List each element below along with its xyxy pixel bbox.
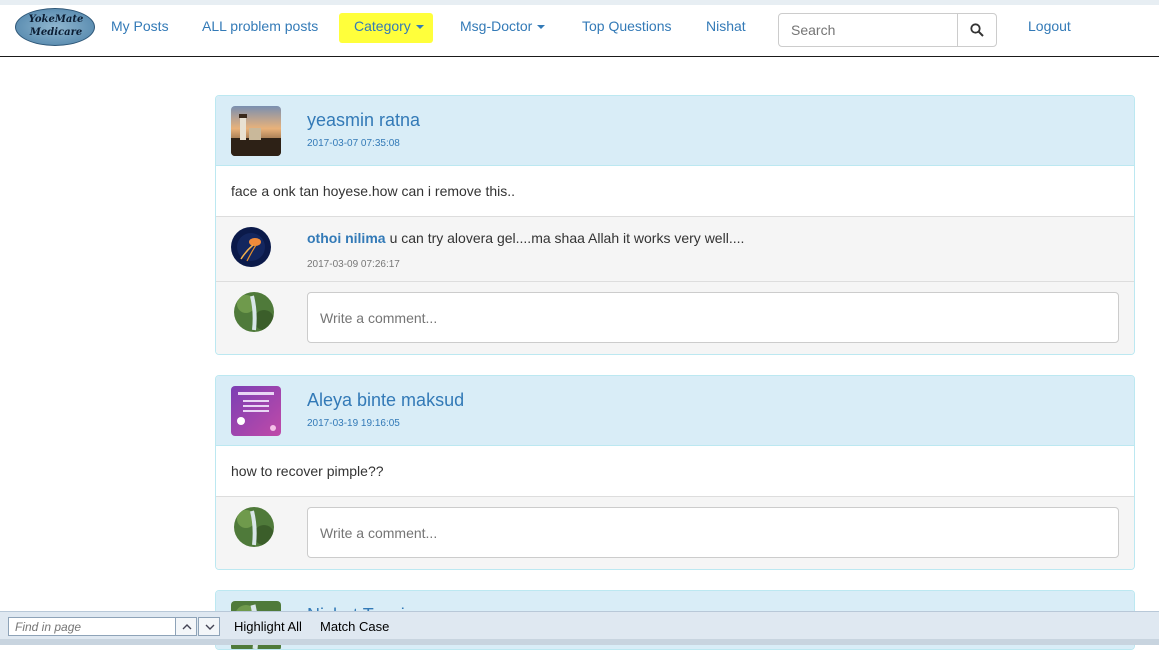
search-icon xyxy=(970,23,984,37)
search-button[interactable] xyxy=(957,13,997,47)
find-previous-button[interactable] xyxy=(175,617,197,636)
post-body: face a onk tan hoyese.how can i remove t… xyxy=(216,166,1134,217)
search-input[interactable] xyxy=(778,13,958,47)
find-in-page-input[interactable] xyxy=(8,617,176,636)
post-card: yeasmin ratna 2017-03-07 07:35:08 face a… xyxy=(215,95,1135,355)
avatar[interactable] xyxy=(231,227,271,267)
chevron-down-icon xyxy=(415,25,424,30)
nav-all-problem-posts[interactable]: ALL problem posts xyxy=(202,18,318,36)
post-header: Aleya binte maksud 2017-03-19 19:16:05 xyxy=(216,376,1134,446)
navbar: YokeMate Medicare My Posts ALL problem p… xyxy=(0,5,1159,57)
chevron-up-icon xyxy=(182,624,192,630)
post-body: how to recover pimple?? xyxy=(216,446,1134,497)
nav-logout[interactable]: Logout xyxy=(1028,18,1071,36)
comment-author[interactable]: othoi nilima xyxy=(307,230,386,246)
find-next-button[interactable] xyxy=(198,617,220,636)
post-time: 2017-03-07 07:35:08 xyxy=(307,138,400,149)
post-author[interactable]: Aleya binte maksud xyxy=(307,390,464,411)
highlight-all-toggle[interactable]: Highlight All xyxy=(234,619,302,634)
taskbar xyxy=(0,639,1159,645)
comment: othoi nilima u can try alovera gel....ma … xyxy=(216,217,1134,282)
chevron-down-icon xyxy=(537,25,546,30)
match-case-toggle[interactable]: Match Case xyxy=(320,619,389,634)
comment-text: u can try alovera gel....ma shaa Allah i… xyxy=(389,230,745,246)
avatar[interactable] xyxy=(231,386,281,436)
post-author[interactable]: yeasmin ratna xyxy=(307,110,420,131)
nav-top-questions[interactable]: Top Questions xyxy=(582,18,672,36)
comment-text-line: othoi nilima u can try alovera gel....ma … xyxy=(307,230,744,246)
avatar xyxy=(234,292,274,332)
post-card: Aleya binte maksud 2017-03-19 19:16:05 h… xyxy=(215,375,1135,570)
nav-category-label: Category xyxy=(354,18,411,34)
nav-my-posts[interactable]: My Posts xyxy=(111,18,169,36)
nav-msg-doctor-dropdown[interactable]: Msg-Doctor xyxy=(460,18,546,36)
logo-text-line1: YokeMate xyxy=(28,14,84,25)
nav-msg-doctor-label: Msg-Doctor xyxy=(460,18,533,34)
find-bar: Highlight All Match Case xyxy=(0,611,1159,639)
nav-category-dropdown[interactable]: Category xyxy=(354,18,424,36)
site-logo[interactable]: YokeMate Medicare xyxy=(15,8,95,46)
chevron-down-icon xyxy=(205,624,215,630)
logo-text-line2: Medicare xyxy=(29,27,83,38)
post-header: yeasmin ratna 2017-03-07 07:35:08 xyxy=(216,96,1134,166)
comment-input[interactable] xyxy=(307,507,1119,558)
comment-time: 2017-03-09 07:26:17 xyxy=(307,259,400,270)
comment-input[interactable] xyxy=(307,292,1119,343)
comment-composer xyxy=(216,282,1134,354)
post-time: 2017-03-19 19:16:05 xyxy=(307,418,400,429)
avatar xyxy=(234,507,274,547)
comment-composer xyxy=(216,497,1134,569)
nav-user-profile[interactable]: Nishat xyxy=(706,18,746,36)
avatar[interactable] xyxy=(231,106,281,156)
